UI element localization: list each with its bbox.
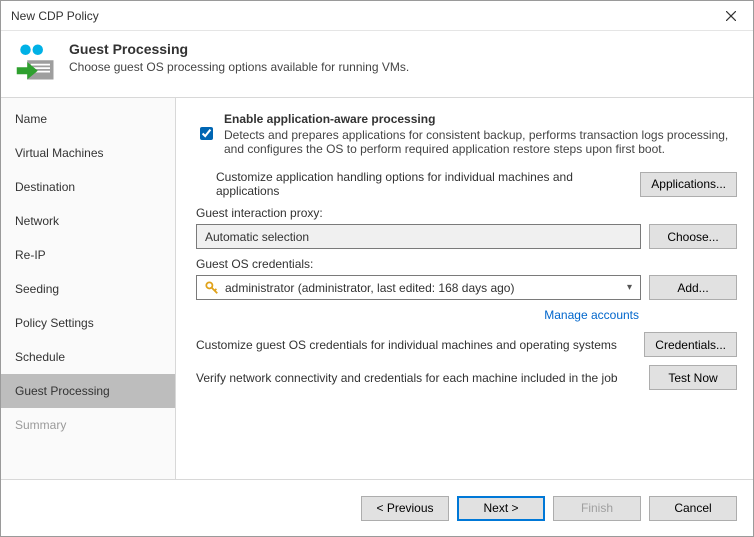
verify-text: Verify network connectivity and credenti… bbox=[196, 371, 641, 385]
enable-app-aware-checkbox[interactable] bbox=[200, 114, 213, 153]
page-title: Guest Processing bbox=[69, 41, 409, 57]
key-icon bbox=[205, 281, 219, 295]
close-button[interactable] bbox=[709, 1, 753, 30]
guest-processing-icon bbox=[15, 41, 57, 83]
titlebar: New CDP Policy bbox=[1, 1, 753, 31]
proxy-field: Automatic selection bbox=[196, 224, 641, 249]
header: Guest Processing Choose guest OS process… bbox=[1, 31, 753, 97]
dialog-window: New CDP Policy Guest Processing Choose g… bbox=[0, 0, 754, 537]
customize-creds-text: Customize guest OS credentials for indiv… bbox=[196, 338, 636, 352]
finish-button: Finish bbox=[553, 496, 641, 521]
applications-button[interactable]: Applications... bbox=[640, 172, 737, 197]
enable-app-aware-desc: Detects and prepares applications for co… bbox=[224, 128, 737, 156]
nav-network[interactable]: Network bbox=[1, 204, 175, 238]
nav-policy-settings[interactable]: Policy Settings bbox=[1, 306, 175, 340]
nav-re-ip[interactable]: Re-IP bbox=[1, 238, 175, 272]
nav-destination[interactable]: Destination bbox=[1, 170, 175, 204]
creds-label: Guest OS credentials: bbox=[196, 257, 737, 271]
proxy-label: Guest interaction proxy: bbox=[196, 206, 737, 220]
close-icon bbox=[726, 11, 736, 21]
creds-value: administrator (administrator, last edite… bbox=[225, 281, 514, 295]
cancel-button[interactable]: Cancel bbox=[649, 496, 737, 521]
window-title: New CDP Policy bbox=[11, 9, 99, 23]
nav-seeding[interactable]: Seeding bbox=[1, 272, 175, 306]
proxy-value: Automatic selection bbox=[205, 230, 309, 244]
page-subtitle: Choose guest OS processing options avail… bbox=[69, 60, 409, 74]
add-button[interactable]: Add... bbox=[649, 275, 737, 300]
body: Name Virtual Machines Destination Networ… bbox=[1, 97, 753, 480]
wizard-nav: Name Virtual Machines Destination Networ… bbox=[1, 98, 176, 479]
creds-combo[interactable]: administrator (administrator, last edite… bbox=[196, 275, 641, 300]
nav-virtual-machines[interactable]: Virtual Machines bbox=[1, 136, 175, 170]
manage-accounts-link[interactable]: Manage accounts bbox=[196, 308, 639, 322]
header-text: Guest Processing Choose guest OS process… bbox=[69, 41, 409, 83]
enable-app-aware-label: Enable application-aware processing bbox=[224, 112, 737, 126]
customize-app-text: Customize application handling options f… bbox=[216, 170, 632, 198]
nav-summary: Summary bbox=[1, 408, 175, 442]
content-pane: Enable application-aware processing Dete… bbox=[176, 98, 753, 479]
nav-guest-processing[interactable]: Guest Processing bbox=[1, 374, 175, 408]
previous-button[interactable]: < Previous bbox=[361, 496, 449, 521]
nav-name[interactable]: Name bbox=[1, 102, 175, 136]
credentials-button[interactable]: Credentials... bbox=[644, 332, 737, 357]
test-now-button[interactable]: Test Now bbox=[649, 365, 737, 390]
nav-schedule[interactable]: Schedule bbox=[1, 340, 175, 374]
next-button[interactable]: Next > bbox=[457, 496, 545, 521]
footer: < Previous Next > Finish Cancel bbox=[1, 480, 753, 536]
choose-button[interactable]: Choose... bbox=[649, 224, 737, 249]
enable-check-row: Enable application-aware processing Dete… bbox=[196, 112, 737, 156]
chevron-down-icon: ▾ bbox=[627, 282, 632, 293]
